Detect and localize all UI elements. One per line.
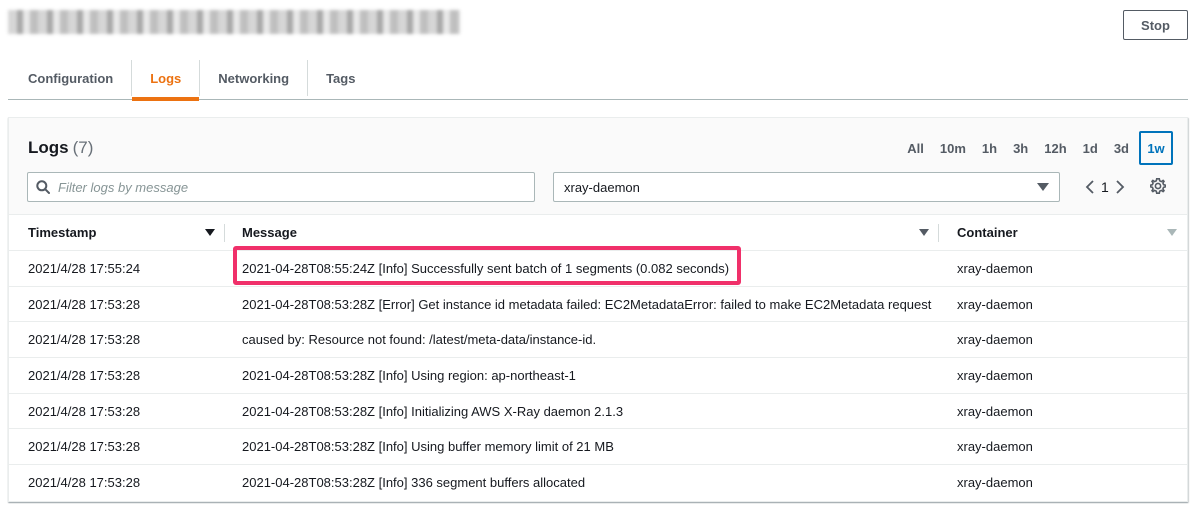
timestamp-cell: 2021/4/28 17:53:28 xyxy=(9,286,225,323)
container-select-value: xray-daemon xyxy=(564,179,640,195)
container-select[interactable]: xray-daemon xyxy=(553,172,1060,202)
gear-icon[interactable] xyxy=(1149,177,1167,200)
message-cell: 2021-04-28T08:53:28Z [Info] Using buffer… xyxy=(225,428,939,466)
range-all[interactable]: All xyxy=(907,131,924,165)
table-row[interactable]: 2021/4/28 17:53:28 2021-04-28T08:53:28Z … xyxy=(9,357,1187,394)
column-header-container[interactable]: Container xyxy=(939,215,1187,251)
message-cell: caused by: Resource not found: /latest/m… xyxy=(225,321,939,359)
range-3d[interactable]: 3d xyxy=(1114,131,1129,165)
panel-title: Logs (7) xyxy=(28,138,93,158)
tab-bar: Configuration Logs Networking Tags xyxy=(8,56,1188,101)
logs-panel: Logs(7) All 10m 1h 3h 12h 1d 3d 1w xray-… xyxy=(8,117,1188,502)
tab-logs[interactable]: Logs xyxy=(132,56,200,101)
timestamp-cell: 2021/4/28 17:53:28 xyxy=(9,357,225,394)
panel-title-text: Logs xyxy=(28,138,69,157)
container-cell: xray-daemon xyxy=(939,428,1187,466)
range-3h[interactable]: 3h xyxy=(1013,131,1028,165)
caret-down-icon xyxy=(1037,183,1049,191)
table-row[interactable]: 2021/4/28 17:55:24 2021-04-28T08:55:24Z … xyxy=(9,250,1187,287)
page-number[interactable]: 1 xyxy=(1101,179,1109,195)
blurred-resource-title xyxy=(8,10,460,34)
container-cell: xray-daemon xyxy=(939,250,1187,287)
sort-down-icon[interactable] xyxy=(919,229,929,236)
chevron-left-icon[interactable] xyxy=(1085,180,1095,194)
column-header-timestamp[interactable]: Timestamp xyxy=(9,215,225,251)
timestamp-cell: 2021/4/28 17:53:28 xyxy=(28,475,141,491)
column-header-label: Container xyxy=(957,225,1018,240)
container-cell: xray-daemon xyxy=(957,475,1033,491)
column-header-label: Message xyxy=(242,225,297,240)
tab-networking[interactable]: Networking xyxy=(200,56,307,100)
container-cell: xray-daemon xyxy=(939,357,1187,394)
range-12h[interactable]: 12h xyxy=(1044,131,1066,165)
timestamp-cell: 2021/4/28 17:53:28 xyxy=(9,393,225,430)
message-cell: 2021-04-28T08:53:28Z [Info] Using region… xyxy=(225,357,939,394)
table-row[interactable]: 2021/4/28 17:53:28 2021-04-28T08:53:28Z … xyxy=(9,393,1187,430)
range-1h[interactable]: 1h xyxy=(982,131,997,165)
pagination: 1 xyxy=(1085,172,1125,202)
logs-panel-header: Logs(7) All 10m 1h 3h 12h 1d 3d 1w xray-… xyxy=(9,118,1187,215)
time-range-selector: All 10m 1h 3h 12h 1d 3d 1w xyxy=(891,131,1173,165)
range-1d[interactable]: 1d xyxy=(1083,131,1098,165)
tab-tags[interactable]: Tags xyxy=(308,56,373,100)
sort-down-icon[interactable] xyxy=(1167,229,1177,236)
tab-configuration[interactable]: Configuration xyxy=(8,56,131,100)
table-row[interactable]: 2021/4/28 17:53:28 caused by: Resource n… xyxy=(9,321,1187,359)
container-cell: xray-daemon xyxy=(939,321,1187,359)
container-cell: xray-daemon xyxy=(939,286,1187,323)
timestamp-cell: 2021/4/28 17:53:28 xyxy=(9,321,225,359)
container-cell: xray-daemon xyxy=(939,393,1187,430)
range-1w[interactable]: 1w xyxy=(1139,131,1173,165)
filter-search-box xyxy=(27,172,535,202)
message-cell: 2021-04-28T08:53:28Z [Info] Initializing… xyxy=(225,393,939,430)
timestamp-cell: 2021/4/28 17:53:28 xyxy=(9,428,225,466)
table-header-row: Timestamp Message Container xyxy=(9,215,1187,251)
column-header-label: Timestamp xyxy=(28,225,97,240)
message-cell: 2021-04-28T08:55:24Z [Info] Successfully… xyxy=(225,250,939,287)
filter-logs-input[interactable] xyxy=(58,179,498,195)
message-cell: 2021-04-28T08:53:28Z [Error] Get instanc… xyxy=(225,286,939,323)
search-icon xyxy=(36,180,50,194)
sort-down-icon[interactable] xyxy=(205,229,215,236)
message-cell: 2021-04-28T08:53:28Z [Info] 336 segment … xyxy=(242,475,586,491)
table-row[interactable]: 2021/4/28 17:53:28 2021-04-28T08:53:28Z … xyxy=(9,465,1187,501)
range-10m[interactable]: 10m xyxy=(940,131,966,165)
log-count: (7) xyxy=(72,138,94,157)
table-row[interactable]: 2021/4/28 17:53:28 2021-04-28T08:53:28Z … xyxy=(9,428,1187,466)
column-header-message[interactable]: Message xyxy=(225,215,939,251)
timestamp-cell: 2021/4/28 17:55:24 xyxy=(9,250,225,287)
logs-table: Timestamp Message Container 2021/4/28 17… xyxy=(9,215,1187,500)
chevron-right-icon[interactable] xyxy=(1115,180,1125,194)
stop-button[interactable]: Stop xyxy=(1123,10,1188,40)
table-row[interactable]: 2021/4/28 17:53:28 2021-04-28T08:53:28Z … xyxy=(9,286,1187,323)
